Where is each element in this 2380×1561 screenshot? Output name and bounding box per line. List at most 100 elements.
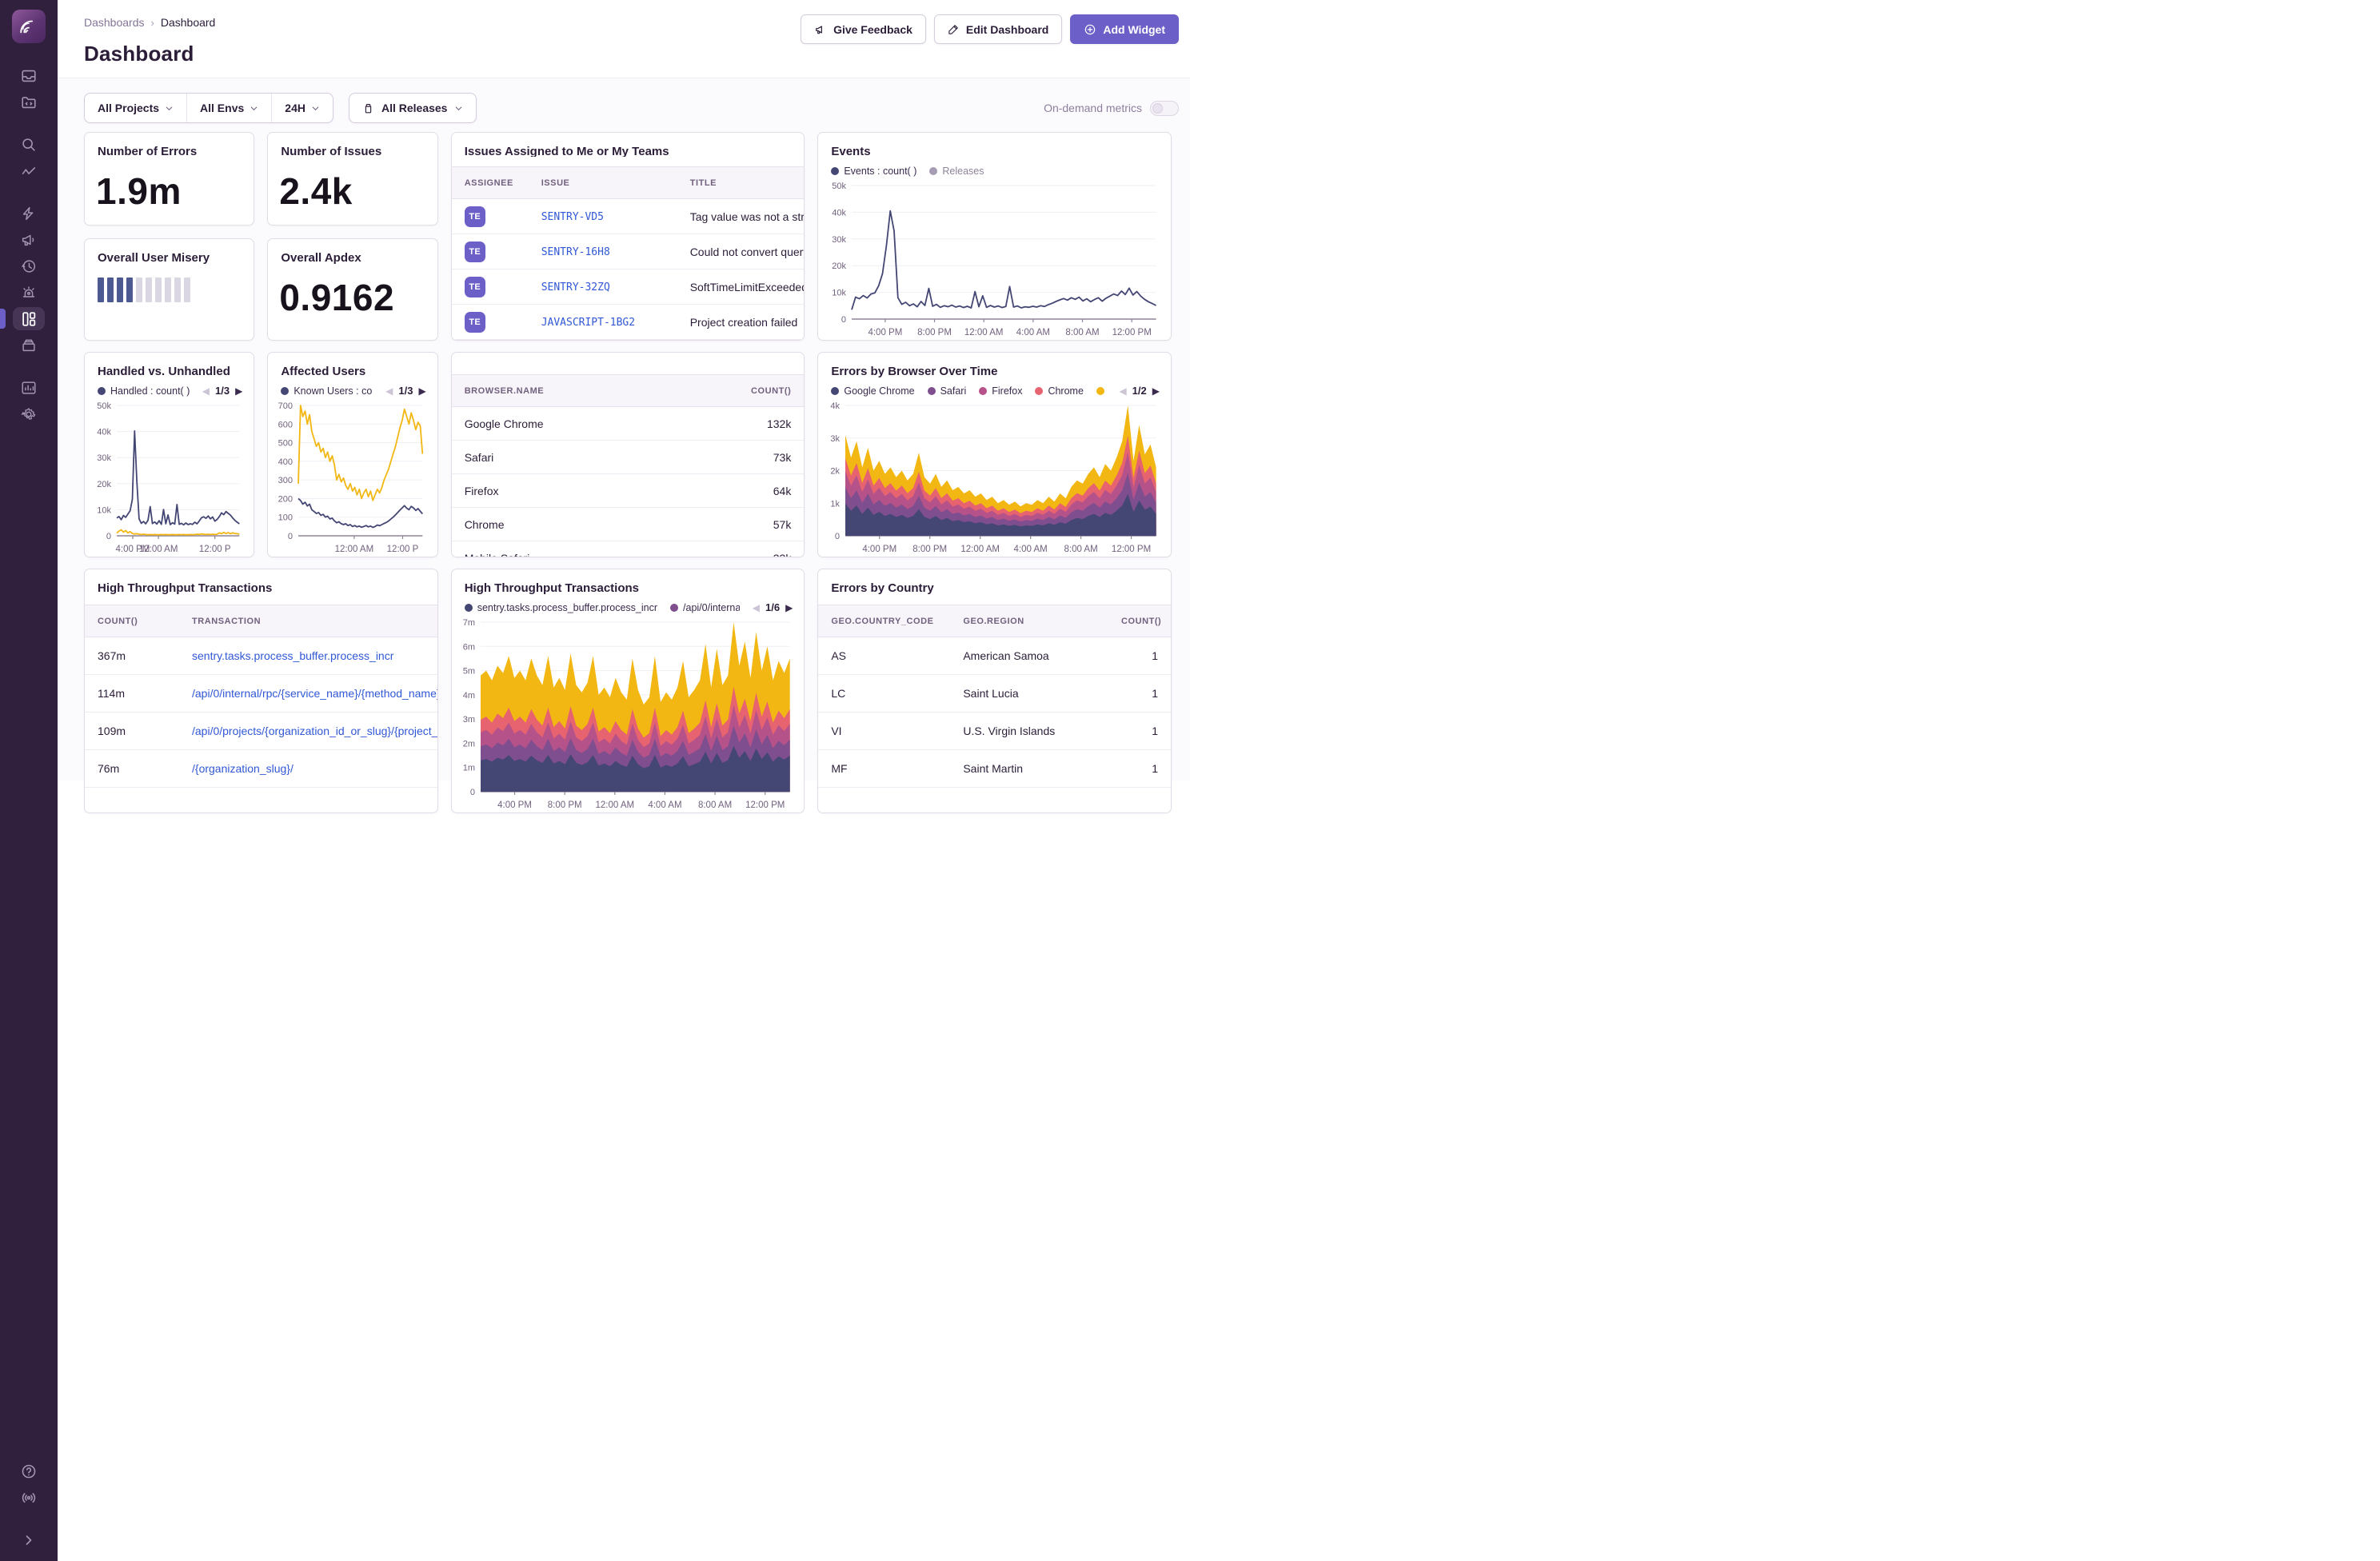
legend-item[interactable]: Known Users : cour <box>281 385 373 397</box>
help-icon[interactable] <box>13 1459 45 1483</box>
releases-archive-icon[interactable] <box>13 333 45 357</box>
assignee-avatar[interactable]: TE <box>465 277 485 297</box>
transaction-link[interactable]: sentry.tasks.process_buffer.process_incr <box>192 649 393 662</box>
table-row[interactable]: Google Chrome132k <box>452 407 805 441</box>
breadcrumb-current: Dashboard <box>161 16 216 29</box>
assignee-avatar[interactable]: TE <box>465 312 485 333</box>
time-filter[interactable]: 24H <box>271 94 333 122</box>
column-header[interactable]: ISSUE <box>529 178 677 188</box>
expand-chevron-icon[interactable] <box>13 1528 45 1551</box>
issue-link[interactable]: JAVASCRIPT-1BG2 <box>541 317 635 329</box>
svg-text:2m: 2m <box>462 739 474 749</box>
assignee-avatar[interactable]: TE <box>465 206 485 227</box>
column-header[interactable]: BROWSER.NAME <box>452 386 717 396</box>
legend-dot-icon <box>979 387 987 395</box>
breadcrumb-dashboards[interactable]: Dashboards <box>84 16 145 29</box>
errors-by-browser-over-time-chart[interactable]: 01k2k3k4k4:00 PM8:00 PM12:00 AM4:00 AM8:… <box>821 399 1163 557</box>
column-header[interactable]: GEO.COUNTRY_CODE <box>818 617 950 626</box>
assignee-avatar[interactable]: TE <box>465 242 485 262</box>
handled-unhandled-chart[interactable]: 010k20k30k40k50k4:00 PM12:00 AM12:00 P <box>88 399 246 557</box>
legend-item[interactable]: Google Chrome <box>831 385 914 397</box>
table-row[interactable]: 76m/{organization_slug}/ <box>85 750 437 788</box>
ondemand-metrics-toggle[interactable] <box>1150 101 1179 116</box>
events-chart[interactable]: 010k20k30k40k50k4:00 PM8:00 PM12:00 AM4:… <box>821 179 1163 340</box>
pager-next-icon[interactable]: ▶ <box>1152 386 1160 396</box>
legend-item[interactable]: /api/0/internal/r <box>670 602 740 613</box>
affected-users-chart[interactable]: 010020030040050060070012:00 AM12:00 P <box>271 399 429 557</box>
transaction-link[interactable]: /api/0/projects/{organization_id_or_slug… <box>192 725 437 737</box>
column-header[interactable]: COUNT() <box>1108 617 1171 626</box>
alerts-siren-icon[interactable] <box>13 281 45 304</box>
feedback-megaphone-icon[interactable] <box>13 228 45 251</box>
legend-item[interactable]: Firefox <box>979 385 1022 397</box>
table-row[interactable]: MFSaint Martin1 <box>818 750 1171 788</box>
table-row[interactable]: VIU.S. Virgin Islands1 <box>818 713 1171 750</box>
edit-dashboard-button[interactable]: Edit Dashboard <box>934 14 1062 44</box>
legend-item[interactable]: Events : count( ) <box>831 166 916 177</box>
legend-pager: ◀ 1/3 ▶ <box>202 385 243 397</box>
table-row[interactable]: TEJAVASCRIPT-1BG2Project creation failed <box>452 305 805 340</box>
pager-next-icon[interactable]: ▶ <box>418 386 425 396</box>
releases-filter[interactable]: All Releases <box>349 93 477 123</box>
issue-link[interactable]: SENTRY-16H8 <box>541 246 610 258</box>
column-header[interactable]: TRANSACTION <box>179 617 437 626</box>
plus-circle-icon <box>1084 23 1096 36</box>
envs-filter[interactable]: All Envs <box>186 94 271 122</box>
column-header[interactable]: TITLE <box>677 178 805 188</box>
transaction-link[interactable]: /api/0/internal/rpc/{service_name}/{meth… <box>192 687 437 700</box>
replays-clock-icon[interactable] <box>13 254 45 277</box>
table-row[interactable]: TESENTRY-16H8Could not convert query to <box>452 234 805 269</box>
discover-icon[interactable] <box>13 159 45 182</box>
table-row[interactable]: Firefox64k <box>452 474 805 508</box>
legend-item[interactable]: Releases <box>929 166 984 177</box>
performance-lightning-icon[interactable] <box>13 202 45 225</box>
legend-item[interactable]: Chrome <box>1035 385 1083 397</box>
pager-prev-icon[interactable]: ◀ <box>753 603 760 613</box>
search-icon[interactable] <box>13 133 45 156</box>
high-throughput-chart[interactable]: 01m2m3m4m5m6m7m4:00 PM8:00 PM12:00 AM4:0… <box>455 616 797 812</box>
issue-link[interactable]: SENTRY-32ZQ <box>541 281 610 293</box>
table-row[interactable]: 114m/api/0/internal/rpc/{service_name}/{… <box>85 675 437 713</box>
pager-next-icon[interactable]: ▶ <box>785 603 793 613</box>
misery-bar <box>98 277 104 302</box>
table-row[interactable]: Safari73k <box>452 441 805 474</box>
legend-item[interactable]: Safari <box>928 385 967 397</box>
table-row[interactable]: ASAmerican Samoa1 <box>818 637 1171 675</box>
pager-next-icon[interactable]: ▶ <box>235 386 242 396</box>
broadcast-icon[interactable] <box>13 1486 45 1509</box>
table-row[interactable]: TESENTRY-32ZQSoftTimeLimitExceeded( <box>452 269 805 305</box>
transaction-link[interactable]: /{organization_slug}/ <box>192 762 294 775</box>
active-indicator <box>0 309 6 329</box>
stats-icon[interactable] <box>13 376 45 399</box>
dashboards-icon[interactable] <box>13 307 45 330</box>
add-widget-button[interactable]: Add Widget <box>1070 14 1179 44</box>
svg-text:0: 0 <box>106 532 111 541</box>
give-feedback-button[interactable]: Give Feedback <box>801 14 926 44</box>
settings-gear-icon[interactable] <box>13 402 45 425</box>
table-row[interactable]: LCSaint Lucia1 <box>818 675 1171 713</box>
issues-icon[interactable] <box>13 64 45 87</box>
svg-text:12:00 PM: 12:00 PM <box>1112 545 1151 554</box>
legend-item[interactable]: Mobile S <box>1096 385 1107 397</box>
table-row[interactable]: Mobile Safari33k <box>452 541 805 557</box>
column-header[interactable]: COUNT() <box>716 386 804 396</box>
projects-icon[interactable] <box>13 90 45 114</box>
projects-filter[interactable]: All Projects <box>85 94 186 122</box>
pager-prev-icon[interactable]: ◀ <box>385 386 393 396</box>
legend-item[interactable]: Handled : count( ) <box>98 385 190 397</box>
widget-title: High Throughput Transactions <box>452 569 805 595</box>
table-row[interactable]: 367msentry.tasks.process_buffer.process_… <box>85 637 437 675</box>
pager-prev-icon[interactable]: ◀ <box>1119 386 1126 396</box>
table-row[interactable]: 109m/api/0/projects/{organization_id_or_… <box>85 713 437 750</box>
column-header[interactable]: COUNT() <box>85 617 179 626</box>
sentry-logo[interactable] <box>12 10 46 43</box>
legend-item[interactable]: sentry.tasks.process_buffer.process_incr <box>465 602 657 613</box>
column-header[interactable]: ASSIGNEE <box>452 178 529 188</box>
table-row[interactable]: Chrome57k <box>452 508 805 541</box>
svg-text:6m: 6m <box>462 642 474 652</box>
column-header[interactable]: GEO.REGION <box>950 617 1108 626</box>
pager-prev-icon[interactable]: ◀ <box>202 386 210 396</box>
legend-dot-icon <box>1035 387 1043 395</box>
table-row[interactable]: TESENTRY-VD5Tag value was not a string <box>452 199 805 234</box>
issue-link[interactable]: SENTRY-VD5 <box>541 211 604 223</box>
